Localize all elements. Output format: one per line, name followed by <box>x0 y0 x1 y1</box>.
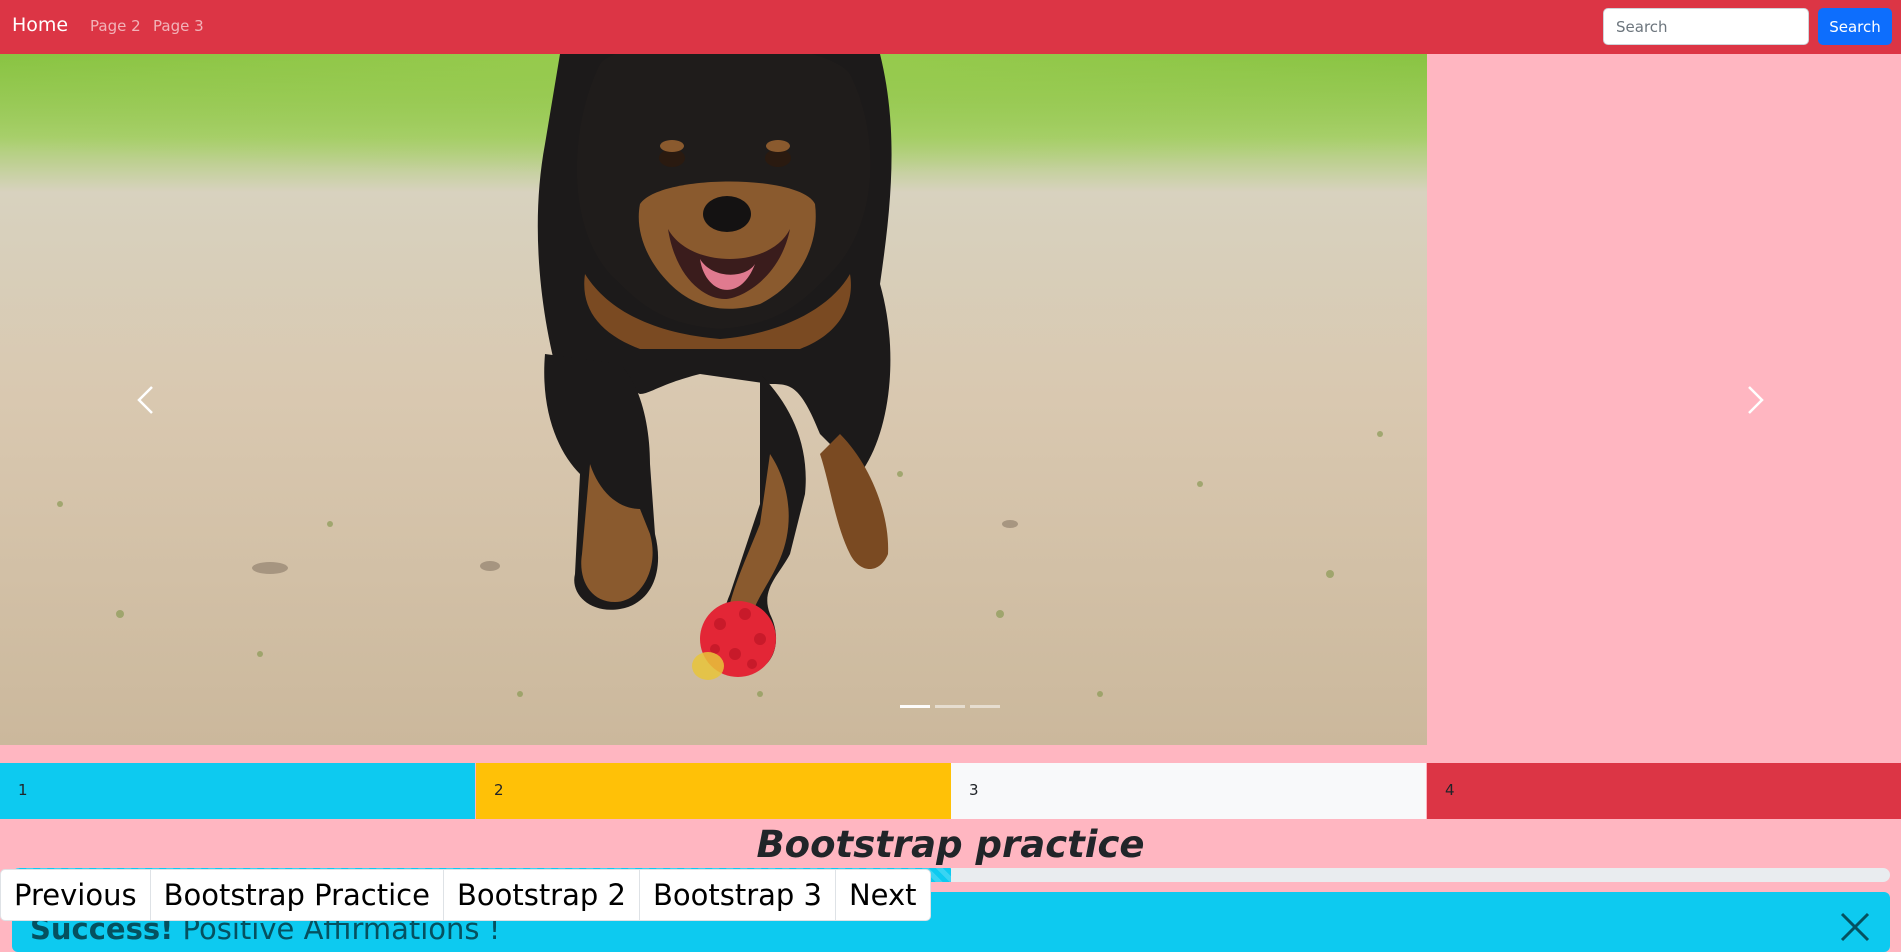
page-heading: Bootstrap practice <box>756 823 1145 866</box>
column-4: 4 <box>1427 763 1901 819</box>
pagination-page-bootstrap-practice[interactable]: Bootstrap Practice <box>149 870 443 920</box>
nav-link-page-3[interactable]: Page 3 <box>153 17 204 35</box>
column-1: 1 <box>0 763 475 819</box>
nav-link-page-2[interactable]: Page 2 <box>90 17 141 35</box>
color-column-row: 1 2 3 4 <box>0 763 1901 819</box>
column-3: 3 <box>951 763 1426 819</box>
close-icon <box>1840 912 1870 942</box>
chevron-left-icon <box>137 385 153 414</box>
carousel-indicator[interactable] <box>935 705 965 708</box>
carousel-next-control[interactable] <box>1611 54 1901 745</box>
navbar: Home Page 2 Page 3 Search <box>0 0 1901 54</box>
carousel-indicator[interactable] <box>900 705 930 708</box>
carousel-prev-control[interactable] <box>0 54 290 745</box>
search-input[interactable] <box>1603 8 1809 45</box>
pagination-page-bootstrap-3[interactable]: Bootstrap 3 <box>638 870 835 920</box>
column-2: 2 <box>476 763 951 819</box>
nav-brand-home[interactable]: Home <box>12 14 68 36</box>
pagination-previous[interactable]: Previous <box>1 870 150 920</box>
pagination-page-bootstrap-2[interactable]: Bootstrap 2 <box>442 870 639 920</box>
carousel-indicator[interactable] <box>970 705 1000 708</box>
search-button[interactable]: Search <box>1818 8 1892 45</box>
pagination: Previous Bootstrap Practice Bootstrap 2 … <box>0 869 931 921</box>
pagination-next[interactable]: Next <box>834 870 930 920</box>
chevron-right-icon <box>1748 385 1764 414</box>
alert-close-button[interactable] <box>1838 910 1872 948</box>
